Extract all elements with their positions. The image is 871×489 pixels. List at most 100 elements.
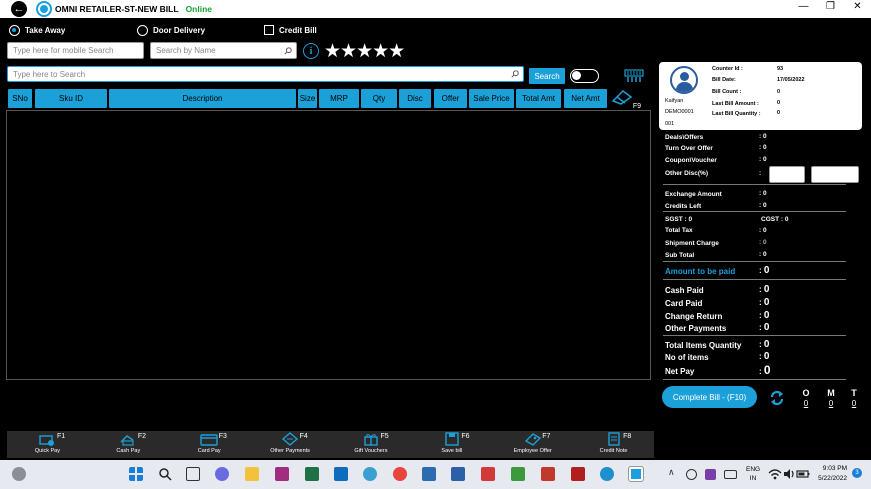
name-search-input[interactable] [156, 46, 296, 55]
mobile-search-input[interactable] [13, 46, 143, 55]
save-bill-button[interactable]: F6 Save bill [411, 431, 492, 458]
back-arrow-icon[interactable]: ← [11, 1, 27, 17]
door-delivery-option[interactable]: Door Delivery [137, 25, 205, 36]
employee-offer-button[interactable]: F7 Employee Offer [492, 431, 573, 458]
omt-t-value[interactable]: 0 [848, 399, 860, 408]
outlook-icon[interactable] [334, 467, 348, 481]
search-icon[interactable] [511, 70, 519, 78]
take-away-option[interactable]: Take Away [9, 25, 65, 36]
col-size[interactable]: Size [298, 89, 317, 108]
door-delivery-radio[interactable] [137, 25, 148, 36]
other-disc-amount-input[interactable] [811, 166, 859, 183]
sub-total-value: : 0 [759, 251, 767, 258]
search-icon[interactable] [158, 467, 172, 481]
keyboard-icon[interactable] [724, 470, 737, 479]
maximize-button[interactable]: ❐ [817, 0, 844, 18]
app-icon[interactable] [275, 467, 289, 481]
omt-o-value[interactable]: 0 [800, 399, 812, 408]
widgets-icon[interactable] [12, 467, 26, 481]
omt-m-value[interactable]: 0 [825, 399, 837, 408]
col-mrp[interactable]: MRP [319, 89, 359, 108]
tray-app-icon[interactable] [705, 469, 716, 480]
chevron-up-icon[interactable]: ∧ [668, 467, 675, 478]
shipment-charge-label: Shipment Charge [665, 240, 719, 247]
take-away-radio[interactable] [9, 25, 20, 36]
gift-voucher-icon [364, 434, 378, 446]
battery-icon[interactable] [796, 467, 810, 481]
bill-count-label: Bill Count : [712, 89, 742, 95]
col-disc[interactable]: Disc [399, 89, 431, 108]
separator [663, 261, 846, 262]
minimize-button[interactable]: — [790, 0, 817, 18]
net-pay-label: Net Pay [665, 367, 695, 376]
language-indicator[interactable]: ENG IN [746, 465, 760, 483]
col-qty[interactable]: Qty [361, 89, 397, 108]
refresh-icon[interactable] [769, 390, 785, 406]
gift-vouchers-button[interactable]: F5 Gift Vouchers [331, 431, 412, 458]
omt-t: T0 [848, 388, 860, 408]
main-search-input[interactable] [13, 69, 523, 79]
shipment-charge-value: : 0 [759, 239, 767, 246]
col-net-amt[interactable]: Net Amt [564, 89, 607, 108]
wifi-icon[interactable] [768, 467, 782, 481]
sync-icon[interactable] [686, 469, 697, 480]
f9-clear-button[interactable]: F9 [609, 88, 641, 110]
other-disc-percent-input[interactable] [769, 166, 805, 183]
counter-id-label: Counter Id : [712, 66, 743, 72]
credit-bill-option[interactable]: Credit Bill [264, 25, 317, 35]
edge-icon[interactable] [600, 467, 614, 481]
credit-note-button[interactable]: F8 Credit Note [573, 431, 654, 458]
col-description[interactable]: Description [109, 89, 296, 108]
browser-icon[interactable] [363, 467, 377, 481]
teams-chat-icon[interactable] [215, 467, 229, 481]
task-view-icon[interactable] [186, 467, 200, 481]
search-icon[interactable] [284, 46, 292, 55]
col-sku-id[interactable]: Sku ID [35, 89, 107, 108]
windows-start-icon[interactable] [129, 467, 143, 481]
cash-pay-icon [120, 435, 134, 446]
omt-o: O0 [800, 388, 812, 408]
deals-offers-label: Deals\Offers [665, 134, 704, 141]
col-sale-price[interactable]: Sale Price [469, 89, 514, 108]
card-pay-button[interactable]: F3 Card Pay [169, 431, 250, 458]
card-paid-label: Card Paid [665, 299, 703, 308]
info-icon[interactable]: i [303, 43, 319, 59]
notification-badge[interactable]: 3 [852, 468, 862, 478]
barcode-scanner-icon[interactable] [624, 68, 644, 84]
user-name: Kaifyan [665, 98, 684, 104]
omni-retailer-taskbar-icon[interactable] [628, 466, 644, 482]
bill-items-grid[interactable] [6, 110, 651, 380]
close-button[interactable]: ✕ [844, 0, 871, 18]
clock[interactable]: 9:03 PM 5/22/2022 [812, 464, 847, 484]
rating-stars[interactable]: ★★★★★ [324, 40, 405, 63]
other-payments-label: Other Payments [665, 324, 727, 333]
word-icon[interactable] [451, 467, 465, 481]
col-sno[interactable]: SNo [8, 89, 32, 108]
filezilla-icon[interactable] [571, 467, 585, 481]
excel-icon[interactable] [305, 467, 319, 481]
credit-bill-checkbox[interactable] [264, 25, 274, 35]
chrome-icon[interactable] [393, 467, 407, 481]
app-title: OMNI RETAILER-ST-NEW BILL [55, 4, 179, 14]
notepad-icon[interactable] [511, 467, 525, 481]
acrobat-icon[interactable] [541, 467, 555, 481]
quick-pay-button[interactable]: F1 Quick Pay [7, 431, 88, 458]
anydesk-icon[interactable] [481, 467, 495, 481]
col-offer[interactable]: Offer [434, 89, 467, 108]
other-payments-button[interactable]: F4 Other Payments [250, 431, 331, 458]
omt-m: M0 [825, 388, 837, 408]
mobile-search-field[interactable] [7, 42, 144, 59]
search-button[interactable]: Search [529, 68, 565, 84]
volume-icon[interactable] [782, 467, 796, 481]
file-explorer-icon[interactable] [245, 467, 259, 481]
credits-left-value: : 0 [759, 202, 767, 209]
counter-info-card: Kaifyan DEMO0001 001 Counter Id : 93 Bil… [659, 62, 862, 130]
col-total-amt[interactable]: Total Amt [516, 89, 561, 108]
complete-bill-button[interactable]: Complete Bill - (F10) [662, 386, 757, 408]
main-search-field[interactable] [7, 66, 524, 82]
credit-bill-label: Credit Bill [279, 25, 317, 35]
cash-pay-button[interactable]: F2 Cash Pay [88, 431, 169, 458]
mode-toggle[interactable] [570, 69, 599, 83]
name-search-field[interactable] [150, 42, 297, 59]
calculator-icon[interactable] [422, 467, 436, 481]
